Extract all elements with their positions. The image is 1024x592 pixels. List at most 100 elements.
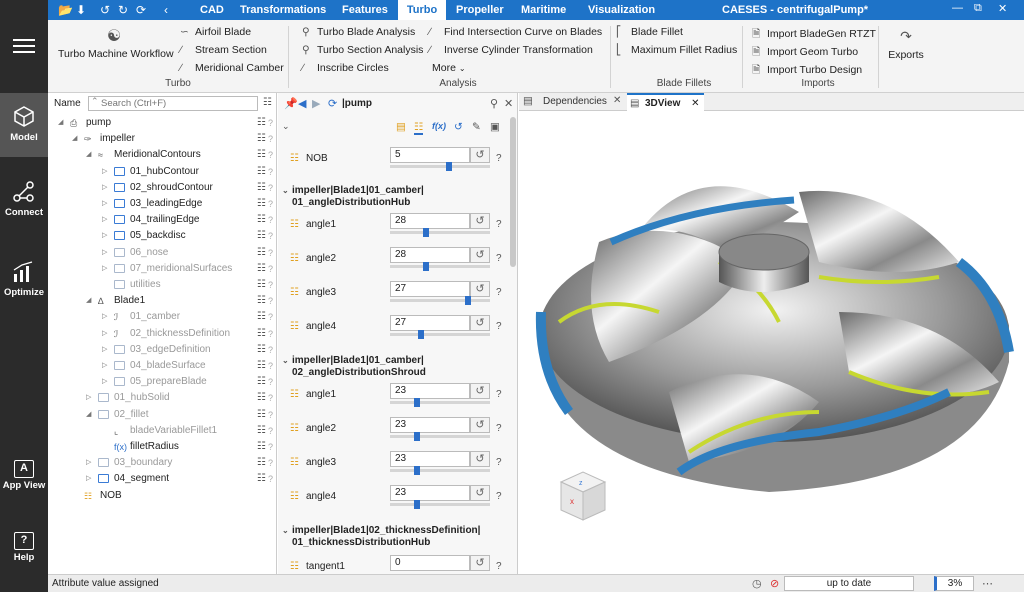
tree-item[interactable]: ☷ NOB <box>48 488 276 504</box>
undo-icon[interactable]: ↺ <box>100 3 110 17</box>
parameters-icon[interactable]: ☷ <box>257 374 266 390</box>
redo-icon[interactable]: ↻ <box>118 3 128 17</box>
tree-item[interactable]: ▷ ℐ 01_camber ☷? <box>48 309 276 325</box>
sidebar-item-optimize[interactable]: Optimize <box>0 252 48 308</box>
parameters-icon[interactable]: ☷ <box>257 407 266 423</box>
expand-arrow-icon[interactable]: ▷ <box>102 358 107 374</box>
expand-arrow-icon[interactable]: ◢ <box>86 407 91 423</box>
help-question-icon[interactable]: ? <box>268 423 273 439</box>
help-question-icon[interactable]: ? <box>496 253 502 264</box>
parameters-icon[interactable]: ☷ <box>257 115 266 131</box>
parameters-icon[interactable]: ☷ <box>257 164 266 180</box>
help-question-icon[interactable]: ? <box>268 277 273 293</box>
help-question-icon[interactable]: ? <box>496 287 502 298</box>
menu-tab-transformations[interactable]: Transformations <box>234 0 332 20</box>
parameters-icon[interactable]: ☷ <box>257 326 266 342</box>
parameters-icon[interactable]: ☷ <box>257 439 266 455</box>
section-header-hub[interactable]: ⌄ impeller|Blade1|01_camber| 01_angleDist… <box>282 185 424 209</box>
slider-thumb[interactable] <box>413 432 420 441</box>
help-question-icon[interactable]: ? <box>268 358 273 374</box>
help-question-icon[interactable]: ? <box>496 561 502 572</box>
help-question-icon[interactable]: ? <box>268 131 273 147</box>
menu-tab-cad[interactable]: CAD <box>194 0 230 20</box>
expand-arrow-icon[interactable]: ▷ <box>102 228 107 244</box>
help-question-icon[interactable]: ? <box>268 196 273 212</box>
expand-arrow-icon[interactable]: ▷ <box>102 261 107 277</box>
param-slider[interactable] <box>390 432 490 441</box>
menu-tab-turbo[interactable]: Turbo <box>398 0 446 20</box>
image-icon[interactable]: ▣ <box>490 121 500 133</box>
help-question-icon[interactable]: ? <box>268 115 273 131</box>
parameters-icon[interactable]: ☷ <box>257 471 266 487</box>
more-dropdown[interactable]: More ⌄ <box>432 62 466 74</box>
help-question-icon[interactable]: ? <box>268 261 273 277</box>
help-question-icon[interactable]: ? <box>268 471 273 487</box>
expand-arrow-icon[interactable]: ◢ <box>72 131 77 147</box>
view-icon[interactable]: ▤ <box>396 121 406 133</box>
tree-item[interactable]: ▷ 04_bladeSurface ☷? <box>48 358 276 374</box>
tree-item[interactable]: ◢ ∆ Blade1 ☷? <box>48 293 276 309</box>
help-question-icon[interactable]: ? <box>268 374 273 390</box>
reset-value-icon[interactable]: ↺ <box>470 213 490 229</box>
turbo-blade-analysis-button[interactable]: ⚲ Turbo Blade Analysis <box>302 26 415 38</box>
parameters-icon[interactable]: ☷ <box>257 212 266 228</box>
exports-button[interactable]: ↷ Exports <box>888 28 924 61</box>
param-value-input[interactable]: 28 <box>390 213 470 229</box>
param-value-input[interactable]: 27 <box>390 281 470 297</box>
expand-arrow-icon[interactable]: ◢ <box>58 115 63 131</box>
tree-item[interactable]: ▷ 07_meridionalSurfaces ☷? <box>48 261 276 277</box>
parameters-icon[interactable]: ☷ <box>257 358 266 374</box>
param-slider[interactable] <box>390 296 490 305</box>
help-question-icon[interactable]: ? <box>496 389 502 400</box>
tree-item[interactable]: ⌞ bladeVariableFillet1 ☷? <box>48 423 276 439</box>
section-header-thickness[interactable]: ⌄ impeller|Blade1|02_thicknessDefinition|… <box>282 525 480 549</box>
tree-item[interactable]: ◢ 02_fillet ☷? <box>48 407 276 423</box>
help-question-icon[interactable]: ? <box>268 164 273 180</box>
tree-item[interactable]: utilities ☷? <box>48 277 276 293</box>
expand-arrow-icon[interactable]: ▷ <box>86 471 91 487</box>
param-slider[interactable] <box>390 262 490 271</box>
tree-item[interactable]: ▷ 05_prepareBlade ☷? <box>48 374 276 390</box>
props-scrollbar[interactable] <box>510 117 516 267</box>
expand-arrow-icon[interactable]: ◢ <box>86 147 91 163</box>
parameters-icon[interactable]: ☷ <box>257 245 266 261</box>
help-question-icon[interactable]: ? <box>268 455 273 471</box>
param-value-input[interactable]: 28 <box>390 247 470 263</box>
slider-thumb[interactable] <box>418 330 425 339</box>
menu-tab-features[interactable]: Features <box>336 0 394 20</box>
reset-value-icon[interactable]: ↺ <box>470 485 490 501</box>
slider-thumb[interactable] <box>413 466 420 475</box>
tree-item[interactable]: ▷ 03_boundary ☷? <box>48 455 276 471</box>
slider-thumb[interactable] <box>413 398 420 407</box>
parameters-icon[interactable]: ☷ <box>257 228 266 244</box>
close-icon[interactable]: ✕ <box>504 97 513 110</box>
param-value-input[interactable]: 27 <box>390 315 470 331</box>
function-icon[interactable]: f(x) <box>432 121 446 131</box>
tree-item[interactable]: ◢ ≈ MeridionalContours ☷? <box>48 147 276 163</box>
parameters-icon[interactable]: ☷ <box>257 390 266 406</box>
sync-icon[interactable]: ⟳ <box>328 97 337 110</box>
help-question-icon[interactable]: ? <box>268 407 273 423</box>
param-slider[interactable] <box>390 500 490 509</box>
help-question-icon[interactable]: ? <box>268 212 273 228</box>
help-question-icon[interactable]: ? <box>268 147 273 163</box>
expand-arrow-icon[interactable]: ▷ <box>102 164 107 180</box>
parameters-icon[interactable]: ☷ <box>257 131 266 147</box>
help-question-icon[interactable]: ? <box>268 245 273 261</box>
inscribe-circles-button[interactable]: ∕ Inscribe Circles <box>302 62 389 74</box>
reset-icon[interactable]: ↺ <box>454 121 463 133</box>
expand-arrow-icon[interactable]: ▷ <box>86 390 91 406</box>
tree-item[interactable]: ▷ ℐ 02_thicknessDefinition ☷? <box>48 326 276 342</box>
reset-value-icon[interactable]: ↺ <box>470 247 490 263</box>
expand-arrow-icon[interactable]: ▷ <box>86 455 91 471</box>
search-icon[interactable]: ⚲ <box>490 97 498 110</box>
parameters-icon[interactable]: ☷ <box>257 293 266 309</box>
help-question-icon[interactable]: ? <box>268 326 273 342</box>
reset-value-icon[interactable]: ↺ <box>470 315 490 331</box>
reset-value-icon[interactable]: ↺ <box>470 147 490 163</box>
menu-tab-maritime[interactable]: Maritime <box>515 0 572 20</box>
tree-item[interactable]: ▷ 02_shroudContour ☷? <box>48 180 276 196</box>
more-options-icon[interactable]: ⋯ <box>982 577 993 590</box>
stream-section-button[interactable]: ∕ Stream Section <box>180 44 267 56</box>
parameters-icon[interactable]: ☷ <box>257 309 266 325</box>
